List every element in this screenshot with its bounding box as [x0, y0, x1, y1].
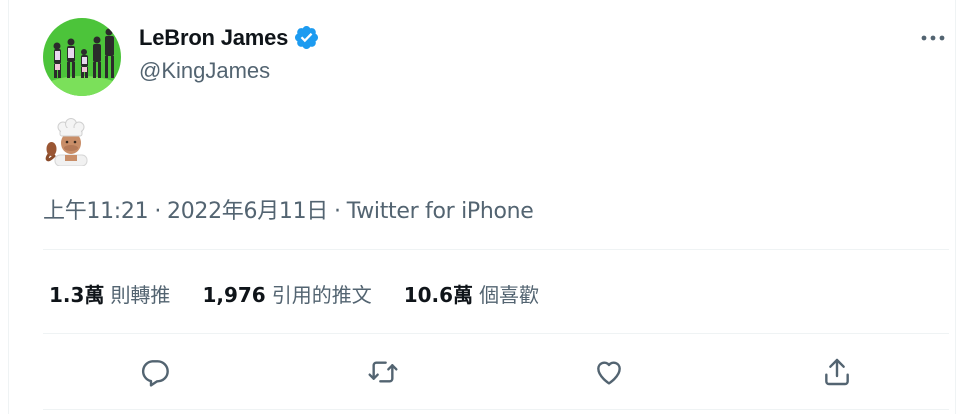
avatar[interactable]: [43, 18, 121, 96]
reply-button[interactable]: [137, 354, 173, 390]
share-button[interactable]: [819, 354, 855, 390]
retweets-label: 則轉推: [110, 283, 171, 307]
retweet-icon: [368, 361, 398, 383]
reply-icon: [141, 360, 169, 387]
author-name[interactable]: LeBron James: [139, 25, 288, 51]
tweet-stats: 1.3萬 則轉推 1,976 引用的推文 10.6萬 個喜歡: [49, 279, 571, 308]
tweet-card: LeBron James @KingJames 上午11:21 · 2022年6…: [8, 0, 956, 414]
meta-separator: ·: [154, 199, 162, 224]
like-button[interactable]: [591, 354, 627, 390]
divider: [43, 333, 949, 334]
likes-label: 個喜歡: [479, 283, 540, 307]
quote-tweets-stat[interactable]: 1,976 引用的推文: [202, 279, 371, 308]
more-options-icon[interactable]: [919, 26, 947, 50]
verified-badge-icon: [295, 25, 319, 50]
retweet-button[interactable]: [365, 354, 401, 390]
divider: [43, 409, 949, 410]
share-icon: [825, 358, 849, 386]
tweet-time[interactable]: 上午11:21: [43, 199, 149, 224]
tweet-date[interactable]: 2022年6月11日: [167, 199, 328, 224]
quote-tweets-count: 1,976: [202, 283, 266, 307]
author-handle[interactable]: @KingJames: [139, 58, 270, 84]
tweet-meta: 上午11:21 · 2022年6月11日 · Twitter for iPhone: [43, 193, 534, 225]
divider: [43, 249, 949, 250]
tweet-actions: [43, 348, 949, 396]
cook-emoji: [43, 118, 91, 167]
author-name-row[interactable]: LeBron James: [139, 24, 320, 51]
likes-stat[interactable]: 10.6萬 個喜歡: [404, 279, 539, 308]
quote-tweets-label: 引用的推文: [271, 283, 372, 307]
retweets-stat[interactable]: 1.3萬 則轉推: [49, 279, 170, 308]
like-icon: [597, 361, 621, 385]
retweets-count: 1.3萬: [49, 283, 105, 307]
meta-separator: ·: [334, 199, 341, 224]
likes-count: 10.6萬: [403, 283, 474, 307]
tweet-source[interactable]: Twitter for iPhone: [347, 199, 534, 224]
